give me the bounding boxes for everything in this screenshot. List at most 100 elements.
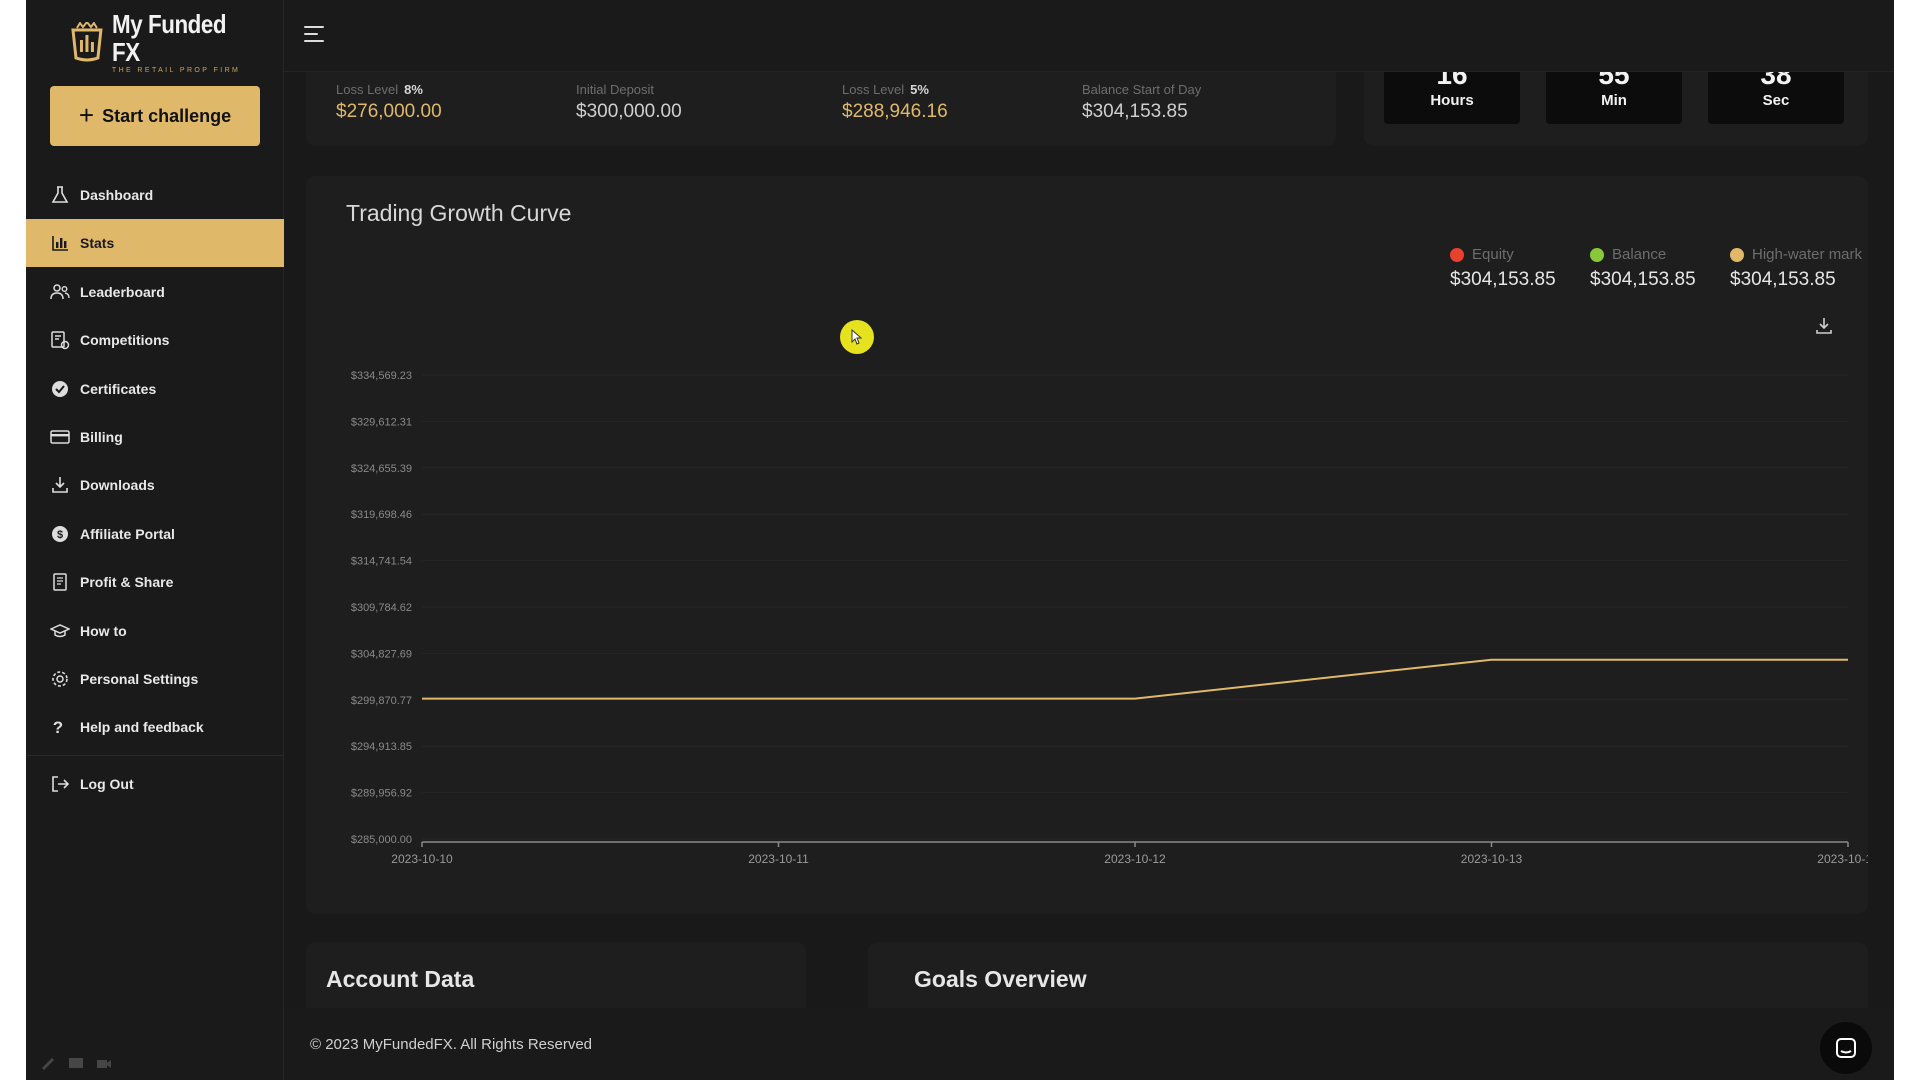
y-tick-label: $285,000.00 — [351, 834, 412, 846]
timer-minutes: 55 Min — [1546, 72, 1682, 124]
brand-subtitle: THE RETAIL PROP FIRM — [111, 67, 241, 74]
y-tick-label: $334,569.23 — [351, 370, 412, 382]
stat-value: $300,000.00 — [576, 101, 682, 122]
sidebar-item-leaderboard[interactable]: Leaderboard — [26, 268, 284, 316]
credit-card-icon — [50, 430, 70, 444]
timer-seconds: 38 Sec — [1708, 72, 1844, 124]
x-tick-label: 2023-10-11 — [748, 852, 809, 866]
sidebar-item-affiliate-portal[interactable]: $ Affiliate Portal — [26, 510, 284, 558]
sidebar-item-profit-share[interactable]: Profit & Share — [26, 558, 284, 606]
sidebar-item-stats[interactable]: Stats — [26, 219, 284, 268]
x-tick-label: 2023-10-12 — [1104, 852, 1166, 866]
x-tick-label: 2023-10-10 — [391, 852, 453, 866]
sidebar-item-dashboard[interactable]: Dashboard — [26, 171, 284, 219]
sidebar-item-help-feedback[interactable]: ? Help and feedback — [26, 703, 284, 751]
trading-growth-card: $334,569.23 $329,612.31 $324,655.39 $319,69… — [306, 176, 1868, 914]
footer: © 2023 MyFundedFX. All Rights Reserved — [284, 1008, 1894, 1080]
sidebar-item-downloads[interactable]: Downloads — [26, 461, 284, 509]
y-tick-label: $294,913.85 — [351, 741, 412, 753]
users-icon — [50, 284, 70, 299]
countdown-timer-card: 16 Hours 55 Min 38 Sec — [1364, 72, 1868, 146]
goals-overview-card: Goals Overview — [868, 942, 1868, 1008]
legend-value: $304,153.85 — [1730, 269, 1836, 290]
sidebar-item-label: Personal Settings — [80, 670, 199, 687]
legend-dot — [1730, 247, 1744, 262]
timer-number: 16 — [1436, 72, 1468, 90]
stat-badge: 5% — [910, 82, 929, 97]
pointer-icon — [851, 329, 863, 345]
account-data-card: Account Data — [306, 942, 806, 1008]
stat-label: Loss Level — [842, 82, 905, 97]
graduation-cap-icon — [50, 623, 70, 637]
legend-equity[interactable]: Equity $304,153.85 — [1450, 246, 1556, 291]
sidebar-item-label: Competitions — [80, 332, 170, 349]
account-stats-card: Loss Level 8% $276,000.00 Initial Deposit… — [306, 72, 1336, 146]
y-tick-label: $299,870.77 — [351, 695, 412, 707]
pencil-icon[interactable] — [40, 1056, 56, 1070]
stats-icon — [52, 236, 68, 252]
app-frame: My Funded FX THE RETAIL PROP FIRM + Star… — [26, 0, 1894, 1080]
screen-icon[interactable] — [68, 1056, 84, 1070]
legend-label: Balance — [1612, 246, 1667, 263]
sidebar-bottom-tools — [40, 1056, 112, 1070]
stat-value: $276,000.00 — [336, 101, 442, 122]
stat-badge: 8% — [404, 82, 423, 97]
chart-download-icon[interactable] — [1814, 316, 1834, 336]
sidebar-item-certificates[interactable]: Certificates — [26, 365, 284, 413]
timer-unit: Hours — [1430, 92, 1474, 109]
logout-button[interactable]: Log Out — [26, 760, 284, 808]
legend-value: $304,153.85 — [1590, 269, 1696, 290]
legend-dot — [1450, 247, 1464, 262]
y-tick-label: $309,784.62 — [351, 602, 412, 614]
dollar-coin-icon: $ — [52, 525, 68, 542]
sidebar-item-label: Billing — [80, 428, 123, 445]
legend-balance[interactable]: Balance $304,153.85 — [1590, 246, 1696, 291]
menu-toggle-icon[interactable] — [304, 26, 324, 44]
start-challenge-label: Start challenge — [102, 105, 232, 126]
timer-unit: Sec — [1762, 92, 1790, 109]
legend-label: High-water mark — [1752, 246, 1863, 263]
chat-support-button[interactable] — [1820, 1022, 1872, 1074]
stat-label: Balance Start of Day — [1082, 82, 1202, 97]
sidebar-item-label: How to — [80, 622, 127, 639]
chat-icon — [1836, 1038, 1856, 1058]
timer-number: 55 — [1598, 72, 1630, 90]
legend-high-water-mark[interactable]: High-water mark $304,153.85 — [1730, 246, 1862, 291]
sidebar-item-label: Dashboard — [80, 187, 154, 203]
flask-icon — [51, 186, 69, 203]
question-icon: ? — [53, 718, 63, 737]
sidebar-item-how-to[interactable]: How to — [26, 607, 284, 655]
sidebar-item-competitions[interactable]: Competitions — [26, 316, 284, 364]
series-line-high-water-mark — [422, 658, 1848, 700]
timer-unit: Min — [1601, 92, 1627, 109]
y-tick-label: $329,612.31 — [351, 416, 412, 428]
stat-initial-deposit: Initial Deposit $300,000.00 — [576, 82, 682, 123]
legend-dot — [1590, 247, 1604, 262]
timer-hours: 16 Hours — [1384, 72, 1520, 124]
sidebar-item-label: Certificates — [80, 380, 157, 397]
y-tick-label: $314,741.54 — [351, 556, 412, 568]
start-challenge-button[interactable]: + Start challenge — [50, 86, 260, 146]
sidebar-item-label: Affiliate Portal — [80, 525, 175, 542]
badge-check-icon — [52, 380, 68, 397]
logout-icon — [52, 776, 70, 793]
plus-icon: + — [78, 100, 95, 130]
sidebar-item-label: Profit & Share — [80, 574, 174, 591]
logout-label: Log Out — [80, 776, 134, 793]
svg-text:?: ? — [53, 718, 63, 737]
camera-icon[interactable] — [96, 1056, 112, 1070]
receipt-icon — [53, 573, 67, 591]
x-tick-label: 2023-10-13 — [1461, 852, 1523, 866]
sidebar-item-label: Stats — [80, 235, 115, 252]
brand-title: My Funded FX — [111, 9, 227, 67]
chart-title: Trading Growth Curve — [346, 200, 572, 226]
mouse-cursor-highlight — [840, 320, 874, 354]
sidebar-item-label: Leaderboard — [80, 283, 165, 300]
sidebar-item-personal-settings[interactable]: Personal Settings — [26, 655, 284, 703]
sidebar-item-billing[interactable]: Billing — [26, 413, 284, 461]
main-content: Loss Level 8% $276,000.00 Initial Deposit… — [284, 72, 1894, 1008]
y-tick-label: $324,655.39 — [351, 463, 412, 475]
copyright-text: © 2023 MyFundedFX. All Rights Reserved — [310, 1036, 593, 1053]
logo-icon — [71, 22, 103, 62]
brand-logo[interactable]: My Funded FX THE RETAIL PROP FIRM — [70, 10, 283, 74]
